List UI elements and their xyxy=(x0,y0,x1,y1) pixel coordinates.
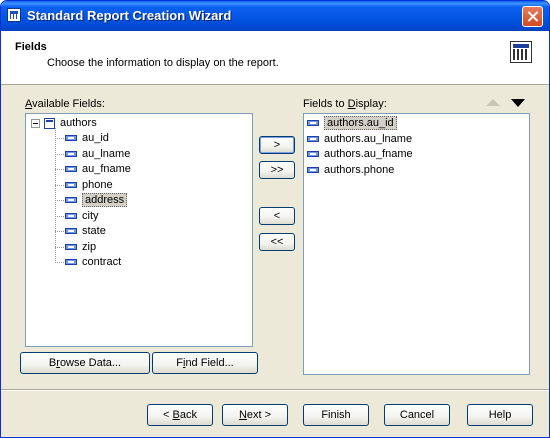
cancel-button[interactable]: Cancel xyxy=(384,404,450,426)
field-icon xyxy=(307,135,319,142)
remove-field-button[interactable]: < xyxy=(259,207,295,225)
field-icon xyxy=(65,243,77,250)
tree-guide-line xyxy=(55,169,64,170)
page-subtitle: Choose the information to display on the… xyxy=(47,57,279,69)
move-down-icon[interactable] xyxy=(511,99,525,107)
wizard-window: Standard Report Creation Wizard Fields C… xyxy=(0,0,550,438)
tree-node-field[interactable]: address xyxy=(65,193,128,208)
add-all-fields-button[interactable]: >> xyxy=(259,161,295,179)
display-fields-label: Fields to Display: xyxy=(303,98,387,110)
tree-guide-line xyxy=(55,153,64,155)
next-button[interactable]: Next > xyxy=(222,404,288,426)
field-icon xyxy=(65,181,77,188)
page-title: Fields xyxy=(15,41,47,53)
display-fields-list[interactable]: authors.au_id authors.au_lname authors.au_… xyxy=(303,113,530,375)
tree-node-field[interactable]: phone xyxy=(65,178,113,193)
field-icon xyxy=(65,228,77,235)
tree-node-field[interactable]: au_id xyxy=(65,131,109,146)
browse-data-button[interactable]: Browse Data... xyxy=(20,352,150,374)
tree-guide-line xyxy=(55,128,56,263)
list-item[interactable]: authors.au_lname xyxy=(307,132,412,147)
field-icon xyxy=(65,212,77,219)
finish-button[interactable]: Finish xyxy=(303,404,369,426)
tree-guide-line xyxy=(55,138,64,139)
field-icon xyxy=(307,166,319,173)
tree-node-field[interactable]: au_fname xyxy=(65,162,131,177)
tree-node-field[interactable]: state xyxy=(65,224,106,239)
tree-guide-line xyxy=(55,200,64,201)
find-field-button[interactable]: Find Field... xyxy=(152,352,258,374)
remove-all-fields-button[interactable]: << xyxy=(259,233,295,251)
wizard-header: Fields Choose the information to display… xyxy=(1,31,549,85)
list-item[interactable]: authors.phone xyxy=(307,163,394,178)
tree-guide-line xyxy=(55,262,64,263)
available-fields-label: Available Fields: xyxy=(25,98,105,110)
report-wizard-icon xyxy=(7,8,21,22)
field-icon xyxy=(65,197,77,204)
table-report-icon xyxy=(510,41,532,63)
table-icon xyxy=(44,117,55,129)
footer-separator xyxy=(1,389,549,391)
collapse-icon[interactable] xyxy=(31,119,40,128)
tree-node-field[interactable]: contract xyxy=(65,255,121,270)
field-icon xyxy=(65,259,77,266)
add-field-button[interactable]: > xyxy=(259,136,295,154)
tree-guide-line xyxy=(55,184,64,186)
field-icon xyxy=(65,166,77,173)
back-button[interactable]: < Back xyxy=(147,404,213,426)
field-icon xyxy=(307,151,319,158)
list-item[interactable]: authors.au_fname xyxy=(307,147,413,162)
tree-node-table[interactable]: authors xyxy=(44,116,97,131)
field-icon xyxy=(65,150,77,157)
field-icon xyxy=(307,120,319,127)
list-item[interactable]: authors.au_id xyxy=(307,116,397,131)
close-button[interactable] xyxy=(522,6,543,27)
tree-guide-line xyxy=(55,231,64,232)
move-up-icon[interactable] xyxy=(486,99,500,106)
tree-guide-line xyxy=(55,215,64,217)
tree-node-field[interactable]: city xyxy=(65,209,99,224)
tree-guide-line xyxy=(55,246,64,248)
help-button[interactable]: Help xyxy=(467,404,533,426)
available-fields-tree[interactable]: authors au_id au_lname au_fname phone addres… xyxy=(25,113,253,347)
window-title: Standard Report Creation Wizard xyxy=(27,8,232,23)
title-bar: Standard Report Creation Wizard xyxy=(1,1,549,31)
tree-node-field[interactable]: au_lname xyxy=(65,147,130,162)
tree-node-field[interactable]: zip xyxy=(65,240,96,255)
field-icon xyxy=(65,135,77,142)
